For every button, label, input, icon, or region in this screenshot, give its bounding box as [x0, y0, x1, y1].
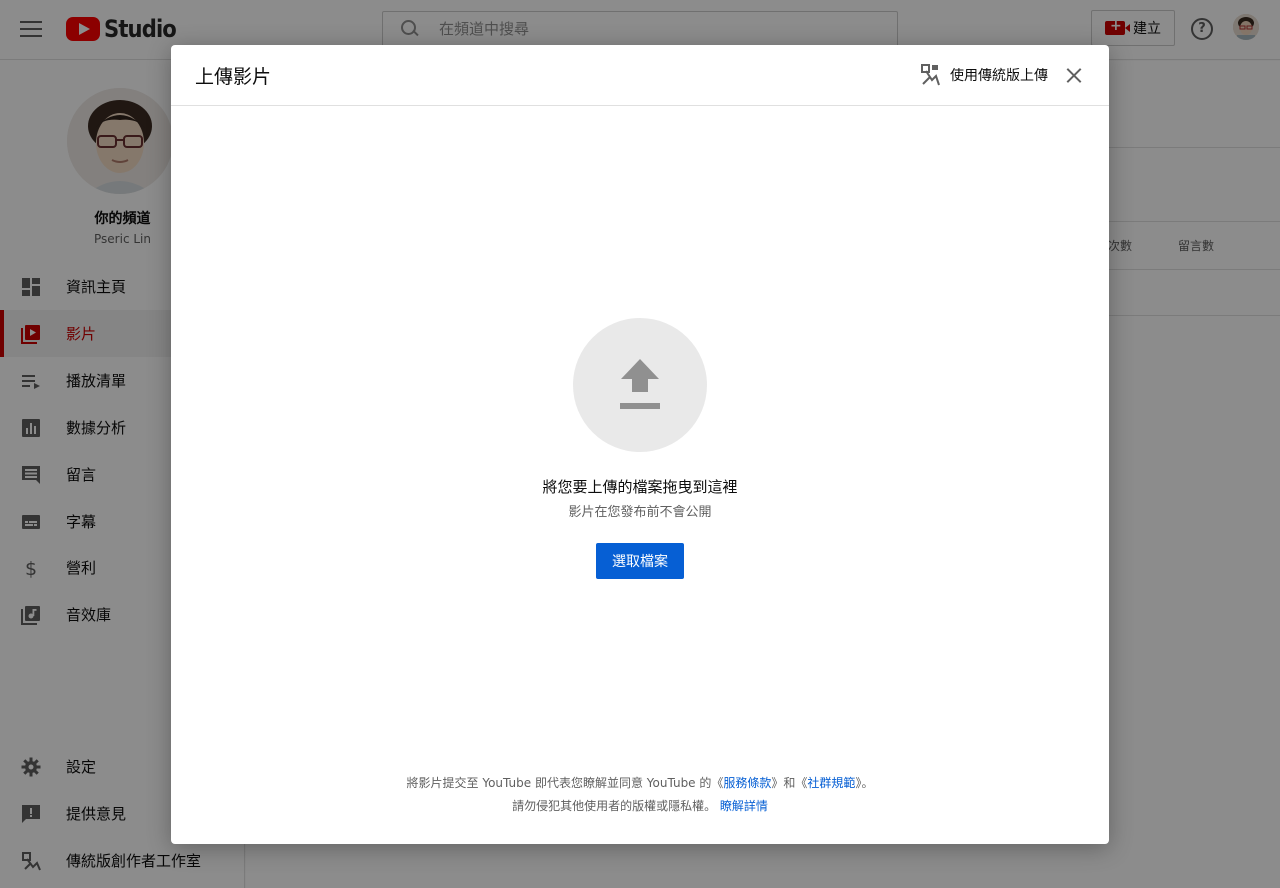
select-files-button[interactable]: 選取檔案 — [596, 543, 684, 579]
drop-instruction: 將您要上傳的檔案拖曳到這裡 — [542, 478, 738, 496]
community-guidelines-link[interactable]: 社群規範 — [807, 776, 855, 790]
terms-notice: 將影片提交至 YouTube 即代表您瞭解並同意 YouTube 的《服務條款》… — [171, 774, 1109, 791]
close-icon[interactable] — [1064, 65, 1084, 85]
copyright-notice: 請勿侵犯其他使用者的版權或隱私權。 瞭解詳情 — [171, 797, 1109, 814]
upload-arrow-icon — [620, 359, 660, 409]
terms-suffix: 》。 — [855, 776, 874, 790]
terms-mid: 》和《 — [771, 776, 808, 790]
terms-prefix: 將影片提交至 YouTube 即代表您瞭解並同意 YouTube 的《 — [406, 776, 724, 790]
copyright-text: 請勿侵犯其他使用者的版權或隱私權。 — [512, 799, 720, 813]
drop-subtitle: 影片在您發布前不會公開 — [568, 505, 712, 520]
learn-more-link[interactable]: 瞭解詳情 — [720, 799, 768, 813]
upload-dialog: 上傳影片 使用傳統版上傳 將您要上傳的檔案拖曳到這裡 影片在您發布前不會公開 選… — [171, 45, 1109, 844]
dialog-title: 上傳影片 — [195, 66, 272, 88]
dialog-header: 上傳影片 使用傳統版上傳 — [171, 45, 1109, 106]
legacy-upload-label: 使用傳統版上傳 — [950, 68, 1048, 84]
terms-of-service-link[interactable]: 服務條款 — [723, 776, 771, 790]
classic-upload-icon — [921, 64, 940, 86]
legacy-upload-button[interactable]: 使用傳統版上傳 — [920, 62, 1048, 88]
